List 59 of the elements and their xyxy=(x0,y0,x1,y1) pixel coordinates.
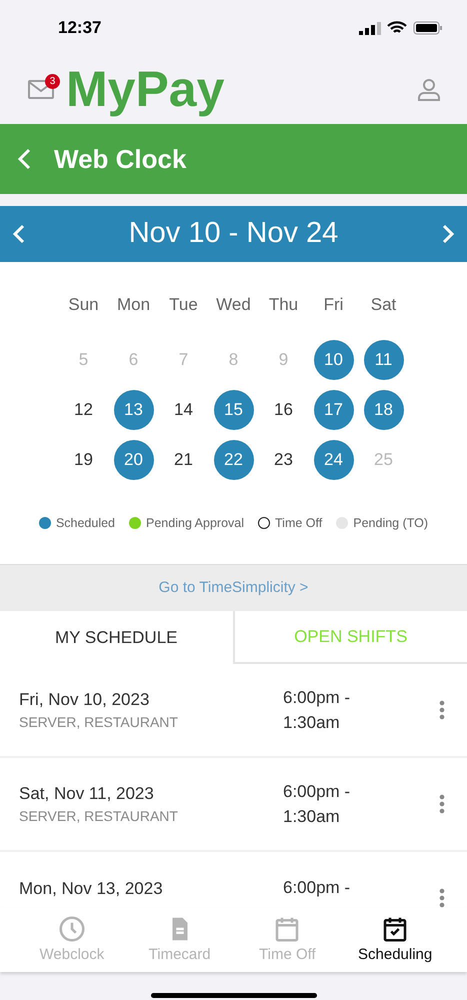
weekday-label: Wed xyxy=(216,294,251,316)
back-icon[interactable] xyxy=(16,148,32,170)
shift-start: 6:00pm - xyxy=(283,780,352,802)
mail-icon xyxy=(28,78,56,100)
calendar-day[interactable]: 16 xyxy=(264,390,304,430)
legend-label: Scheduled xyxy=(56,514,116,532)
weekday-label: Fri xyxy=(324,294,344,316)
previous-icon[interactable] xyxy=(12,224,26,244)
weekday-label: Tue xyxy=(169,294,198,316)
timesimplicity-link[interactable]: Go to TimeSimplicity > xyxy=(158,576,308,600)
calendar-day[interactable]: 12 xyxy=(64,390,104,430)
shift-date: Fri, Nov 10, 2023 xyxy=(19,688,150,711)
weekday-label: Sun xyxy=(68,294,99,316)
more-icon[interactable] xyxy=(439,794,445,814)
calendar-day[interactable]: 19 xyxy=(64,440,104,480)
wifi-icon xyxy=(387,21,407,35)
weekday-label: Thu xyxy=(268,294,298,316)
shift-date: Sat, Nov 11, 2023 xyxy=(19,782,155,805)
shift-role: SERVER, RESTAURANT xyxy=(19,807,179,826)
legend-label: Pending Approval xyxy=(146,514,244,532)
date-range: Nov 10 - Nov 24 xyxy=(128,216,338,252)
nav-tab[interactable]: Time Off xyxy=(237,908,338,972)
calendar-day[interactable]: 18 xyxy=(364,390,404,430)
calendar-day[interactable]: 17 xyxy=(314,390,354,430)
weekday-label: Mon xyxy=(116,294,150,316)
notification-badge: 3 xyxy=(45,74,60,89)
calendar-day[interactable]: 10 xyxy=(314,340,354,380)
signal-icon xyxy=(359,22,381,34)
shift-role: SERVER, RESTAURANT xyxy=(19,713,179,732)
weekday-label: Sat xyxy=(370,294,396,316)
legend-label: Pending (TO) xyxy=(353,514,428,532)
calendar-day[interactable]: 22 xyxy=(214,440,254,480)
more-icon[interactable] xyxy=(439,700,445,720)
mail-button[interactable]: 3 xyxy=(28,78,56,100)
nav-tab[interactable]: Webclock xyxy=(22,908,122,972)
shift-end: 1:30am xyxy=(283,806,341,828)
calendar-day[interactable]: 15 xyxy=(214,390,254,430)
clock-icon xyxy=(56,914,87,944)
shift-end: 1:30am xyxy=(283,712,341,734)
calendar-day[interactable]: 24 xyxy=(314,440,354,480)
calendar-day[interactable]: 20 xyxy=(114,440,154,480)
user-icon[interactable] xyxy=(417,77,441,101)
page-title: Web Clock xyxy=(54,142,186,176)
nav-tab[interactable]: Scheduling xyxy=(345,908,446,972)
calendar-day[interactable]: 14 xyxy=(164,390,204,430)
calendar-day[interactable]: 11 xyxy=(364,340,404,380)
calendar-day[interactable]: 21 xyxy=(164,440,204,480)
status-time: 12:37 xyxy=(58,17,102,40)
calendar-day[interactable]: 13 xyxy=(114,390,154,430)
shift-start: 6:00pm - xyxy=(283,877,352,900)
app-logo: MyPay xyxy=(66,64,224,114)
calendar-day[interactable]: 23 xyxy=(264,440,304,480)
nav-tab[interactable]: Timecard xyxy=(130,908,230,972)
next-icon[interactable] xyxy=(440,224,455,244)
battery-icon xyxy=(413,21,443,35)
more-icon[interactable] xyxy=(439,888,445,908)
shift-date: Mon, Nov 13, 2023 xyxy=(19,878,164,900)
legend-label: Time Off xyxy=(275,514,322,532)
shift-start: 6:00pm - xyxy=(283,686,352,708)
